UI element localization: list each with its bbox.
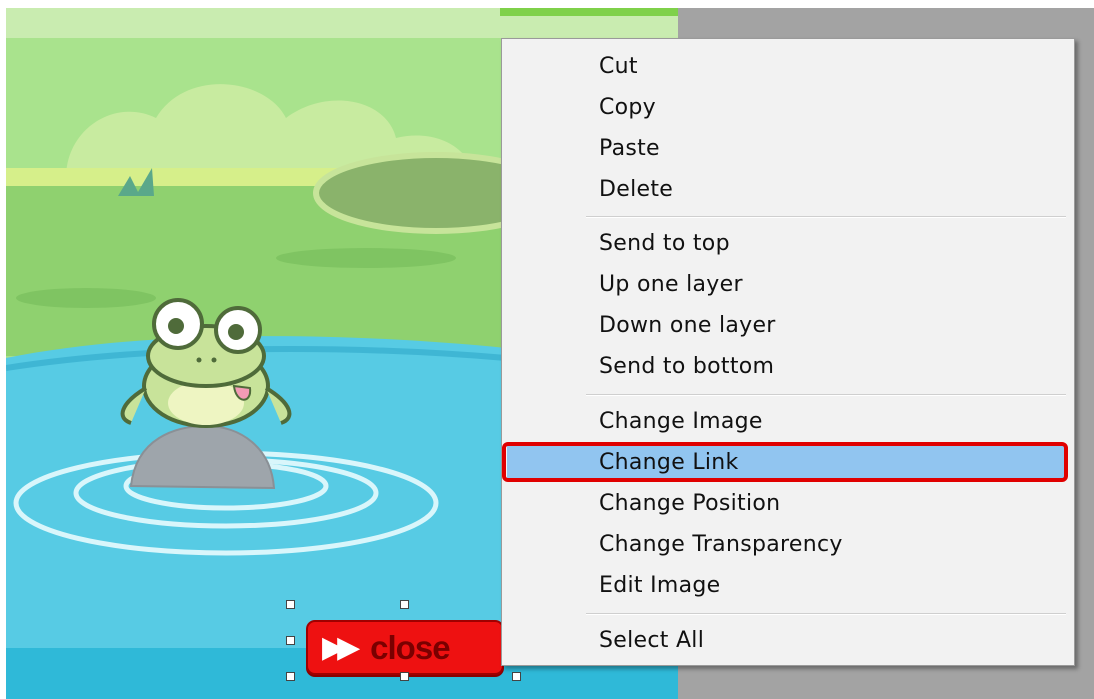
- annotation-highlight-box: [502, 442, 1068, 482]
- menu-item-select-all[interactable]: Select All: [507, 623, 1066, 657]
- menu-separator: [586, 613, 1066, 615]
- close-button-label: close: [370, 628, 450, 666]
- menu-item-edit-image[interactable]: Edit Image: [507, 568, 1066, 602]
- resize-handle-bottom-right[interactable]: [512, 672, 521, 681]
- resize-handle-middle-left[interactable]: [286, 636, 295, 645]
- menu-item-change-transparency[interactable]: Change Transparency: [507, 527, 1066, 561]
- menu-item-delete[interactable]: Delete: [507, 172, 1066, 206]
- menu-item-change-position[interactable]: Change Position: [507, 486, 1066, 520]
- resize-handle-bottom-left[interactable]: [286, 672, 295, 681]
- resize-handle-top-center[interactable]: [400, 600, 409, 609]
- resize-handle-bottom-center[interactable]: [400, 672, 409, 681]
- close-button[interactable]: ▶▶ close: [306, 620, 504, 675]
- menu-separator: [586, 216, 1066, 218]
- context-menu: Cut Copy Paste Delete Send to top Up one laye…: [501, 38, 1075, 666]
- menu-item-send-to-bottom[interactable]: Send to bottom: [507, 349, 1066, 383]
- menu-item-change-image[interactable]: Change Image: [507, 404, 1066, 438]
- menu-item-down-one-layer[interactable]: Down one layer: [507, 308, 1066, 342]
- double-arrow-icon: ▶▶: [322, 630, 360, 665]
- menu-item-cut[interactable]: Cut: [507, 49, 1066, 83]
- menu-item-up-one-layer[interactable]: Up one layer: [507, 267, 1066, 301]
- menu-item-send-to-top[interactable]: Send to top: [507, 226, 1066, 260]
- resize-handle-top-left[interactable]: [286, 600, 295, 609]
- menu-separator: [586, 394, 1066, 396]
- menu-item-paste[interactable]: Paste: [507, 131, 1066, 165]
- menu-item-copy[interactable]: Copy: [507, 90, 1066, 124]
